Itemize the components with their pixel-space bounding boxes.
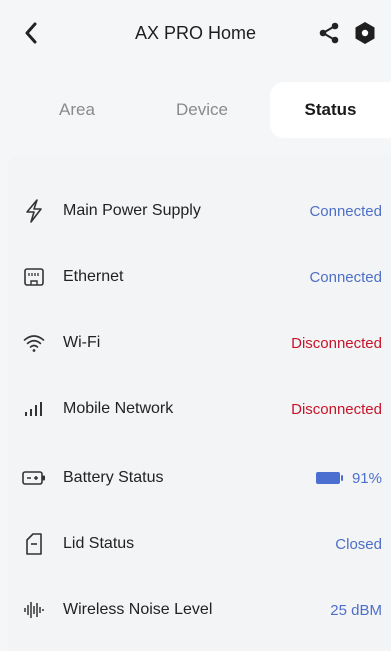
status-label: Battery Status xyxy=(63,469,164,486)
tab-device[interactable]: Device xyxy=(163,82,241,138)
status-row-mobile-network[interactable]: Mobile Network Disconnected xyxy=(0,376,391,442)
battery-percent: 91% xyxy=(351,469,382,487)
status-row-main-power[interactable]: Main Power Supply Connected xyxy=(0,178,391,244)
battery-outline-icon xyxy=(22,466,46,490)
status-value: 91% xyxy=(315,469,382,487)
settings-button[interactable] xyxy=(354,21,376,45)
hexagon-settings-icon xyxy=(355,22,375,44)
status-value: Connected xyxy=(309,202,382,220)
status-row-battery[interactable]: Battery Status 91% xyxy=(0,445,391,511)
back-button[interactable] xyxy=(20,22,42,44)
noise-wave-icon xyxy=(22,598,46,622)
status-label: Wi-Fi xyxy=(63,334,101,351)
battery-level-icon xyxy=(315,472,343,484)
status-row-wifi[interactable]: Wi-Fi Disconnected xyxy=(0,310,391,376)
lightning-icon xyxy=(22,199,46,223)
status-row-lid[interactable]: Lid Status Closed xyxy=(0,511,391,577)
ethernet-port-icon xyxy=(22,265,46,289)
status-value: Connected xyxy=(309,268,382,286)
tab-bar: Area Device Status xyxy=(0,82,391,138)
status-label: Mobile Network xyxy=(63,400,174,417)
status-label: Main Power Supply xyxy=(63,202,201,219)
status-row-noise-level[interactable]: Wireless Noise Level 25 dBM xyxy=(0,577,391,643)
lid-icon xyxy=(22,532,46,556)
tab-area[interactable]: Area xyxy=(40,82,114,138)
share-icon xyxy=(319,22,339,44)
wifi-icon xyxy=(22,331,46,355)
signal-bars-icon xyxy=(22,397,46,421)
status-value: Disconnected xyxy=(291,400,382,418)
status-label: Wireless Noise Level xyxy=(63,601,213,618)
chevron-left-icon xyxy=(25,22,37,44)
top-bar: AX PRO Home xyxy=(0,0,391,66)
page-title: AX PRO Home xyxy=(134,22,257,43)
status-label: Ethernet xyxy=(63,268,124,285)
status-value: Disconnected xyxy=(291,334,382,352)
status-row-ethernet[interactable]: Ethernet Connected xyxy=(0,244,391,310)
status-label: Lid Status xyxy=(63,535,135,552)
tab-status[interactable]: Status xyxy=(270,82,391,138)
status-value: 25 dBM xyxy=(330,601,382,619)
status-value: Closed xyxy=(335,535,382,553)
share-button[interactable] xyxy=(317,21,341,45)
